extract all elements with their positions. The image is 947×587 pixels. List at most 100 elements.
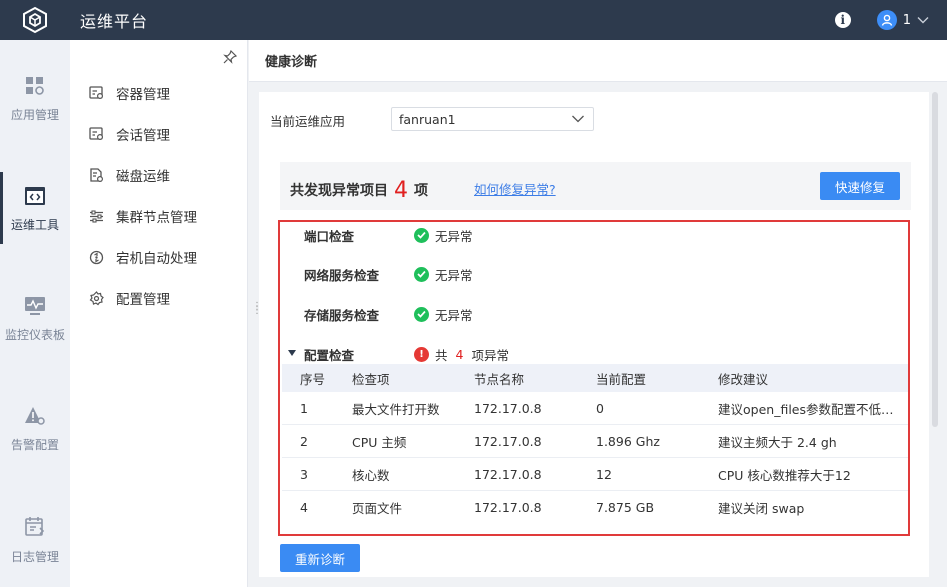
table-row: 2 CPU 主频 172.17.0.8 1.896 Ghz 建议主频大于 2.4… [282,425,908,458]
cell: 最大文件打开数 [352,401,440,417]
container-icon [88,85,104,101]
page-title: 健康诊断 [249,40,947,82]
menu-item-cluster-node[interactable]: 集群节点管理 [88,206,197,226]
secondary-menu: 容器管理 会话管理 磁盘运维 集群节点管理 宕机自动处理 配置管理 [70,40,248,587]
menu-label: 集群节点管理 [116,210,197,226]
check-status: 无异常 [414,305,473,324]
rail-label: 运维工具 [10,218,59,232]
summary-text: 共发现异常项目 4 项 [290,176,428,203]
quick-fix-button[interactable]: 快速修复 [820,172,900,200]
cell: 3 [300,466,308,482]
anomaly-summary: 共发现异常项目 4 项 如何修复异常? 快速修复 [280,162,911,210]
col-header: 修改建议 [718,371,769,387]
app-select-value: fanruan1 [399,111,456,127]
sliders-icon [88,208,104,224]
cell: 1 [300,400,308,416]
col-header: 检查项 [352,371,390,387]
calendar-log-icon [0,516,70,538]
monitor-icon [0,296,70,316]
summary-suffix: 项 [414,183,428,199]
config-issue-table: 序号 检查项 节点名称 当前配置 修改建议 1 最大文件打开数 172.17.0… [282,364,908,524]
vertical-scrollbar[interactable] [932,92,938,427]
check-row-config[interactable]: 配置检查 ! 共 4 项异常 [288,344,509,364]
primary-nav: 应用管理 运维工具 监控仪表板 告警配置 日志管理 [0,40,70,587]
logo-icon[interactable] [0,0,70,40]
check-name: 配置检查 [304,347,355,363]
grid-icon [0,76,70,96]
cell: 页面文件 [352,501,403,516]
check-status: ! 共 4 项异常 [414,345,509,364]
how-to-fix-link[interactable]: 如何修复异常? [474,179,556,198]
rediagnose-button[interactable]: 重新诊断 [280,544,360,572]
cell: 0 [596,400,604,416]
chevron-down-icon [572,115,584,123]
col-header: 当前配置 [596,371,647,387]
menu-item-container[interactable]: 容器管理 [88,83,170,103]
pin-icon[interactable] [223,49,238,68]
rail-label: 日志管理 [10,550,59,564]
table-row: 4 页面文件 172.17.0.8 7.875 GB 建议关闭 swap [282,491,908,524]
menu-item-config[interactable]: 配置管理 [88,288,170,308]
check-name: 网络服务检查 [304,267,380,283]
menu-label: 配置管理 [116,292,170,308]
check-status-text: 无异常 [435,267,473,283]
disk-icon [88,167,104,183]
config-suffix: 项异常 [471,347,509,363]
menu-item-auto-recovery[interactable]: 宕机自动处理 [88,247,197,267]
check-ok-icon [414,227,429,243]
cell: 建议主频大于 2.4 gh [718,434,837,450]
config-anomaly-count: 4 [455,346,464,362]
user-name[interactable]: 1 [903,13,911,28]
cell: 1.896 Ghz [596,433,660,449]
menu-label: 磁盘运维 [116,169,170,185]
auto-restart-icon [88,249,104,265]
table-header: 序号 检查项 节点名称 当前配置 修改建议 [282,364,908,392]
app-title: 运维平台 [80,12,149,31]
check-row-network: 网络服务检查 无异常 [304,264,473,284]
check-status-text: 无异常 [435,228,473,244]
menu-label: 宕机自动处理 [116,251,197,267]
app-select[interactable]: fanruan1 [391,107,594,131]
check-status: 无异常 [414,265,473,284]
cell: CPU 核心数推荐大于12 [718,467,851,483]
rail-item-ops-tools[interactable]: 运维工具 [0,172,70,244]
check-row-port: 端口检查 无异常 [304,225,473,245]
rail-label: 监控仪表板 [4,328,65,342]
top-bar: 运维平台 i 1 [0,0,947,40]
rail-item-log-management[interactable]: 日志管理 [0,516,70,565]
info-icon[interactable]: i [834,12,851,28]
check-row-storage: 存储服务检查 无异常 [304,304,473,324]
cell: 2 [300,433,308,449]
menu-item-session[interactable]: 会话管理 [88,124,170,144]
code-window-icon [0,186,70,206]
menu-item-disk[interactable]: 磁盘运维 [88,165,170,185]
rail-item-monitor-dashboard[interactable]: 监控仪表板 [0,296,70,343]
page-title-text: 健康诊断 [265,55,318,70]
col-header: 序号 [300,371,326,387]
cell: 建议open_files参数配置不低于65535 [718,401,906,417]
rail-item-app-management[interactable]: 应用管理 [0,76,70,123]
user-avatar-icon[interactable] [876,10,897,30]
cell: 核心数 [352,467,390,483]
rail-item-alert-config[interactable]: 告警配置 [0,406,70,453]
cell: 172.17.0.8 [474,433,542,449]
check-results: 端口检查 无异常 网络服务检查 无异常 存储服务检查 无异常 配置检查 ! 共 … [278,220,910,536]
rail-label: 告警配置 [10,438,59,452]
check-status-text: 无异常 [435,307,473,323]
cell: 172.17.0.8 [474,500,542,515]
check-name: 存储服务检查 [304,307,380,323]
check-ok-icon [414,266,429,282]
col-header: 节点名称 [474,371,525,387]
session-icon [88,126,104,142]
chevron-down-icon[interactable] [917,16,929,24]
cell: 建议关闭 swap [718,501,805,516]
collapse-caret-icon[interactable] [288,350,296,356]
check-ok-icon [414,306,429,322]
diagnosis-panel: 当前运维应用 fanruan1 共发现异常项目 4 项 如何修复异常? 快速修复… [259,92,929,577]
config-gear-icon [88,290,104,306]
table-row: 3 核心数 172.17.0.8 12 CPU 核心数推荐大于12 [282,458,908,491]
anomaly-count: 4 [394,178,408,203]
error-icon: ! [414,346,429,362]
cell: CPU 主频 [352,434,407,450]
rail-label: 应用管理 [10,108,59,122]
